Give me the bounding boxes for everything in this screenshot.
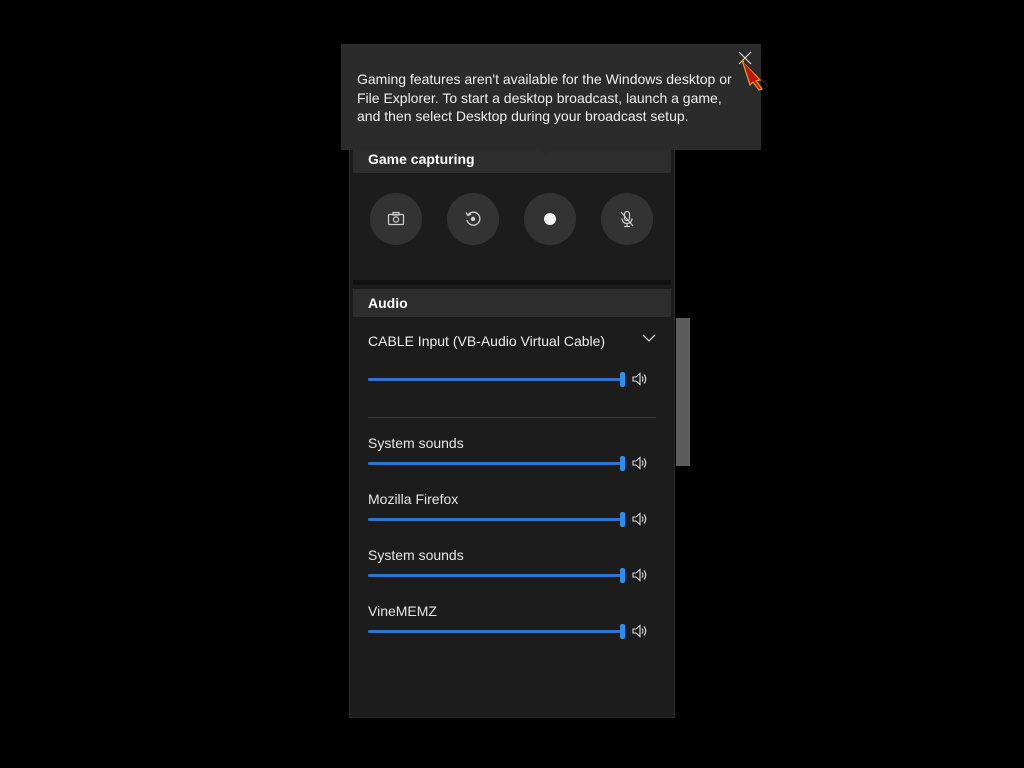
capture-buttons <box>370 193 656 247</box>
mic-toggle-button[interactable] <box>601 193 653 245</box>
speaker-icon[interactable] <box>632 456 648 470</box>
master-volume-track[interactable] <box>368 378 624 381</box>
speaker-icon[interactable] <box>632 512 648 526</box>
audio-scrollbar[interactable] <box>676 318 690 466</box>
volume-thumb[interactable] <box>620 624 625 639</box>
desktop-unavailable-tooltip: Gaming features aren't available for the… <box>341 44 761 150</box>
volume-thumb[interactable] <box>620 456 625 471</box>
record-last-icon <box>465 211 481 226</box>
master-volume-thumb[interactable] <box>620 372 625 387</box>
mixer-item: VineMEMZ <box>368 603 654 647</box>
volume-track[interactable] <box>368 574 624 577</box>
mixer-item-label: System sounds <box>368 435 464 451</box>
volume-track[interactable] <box>368 518 624 521</box>
record-button[interactable] <box>524 193 576 245</box>
mixer-item: System sounds <box>368 435 654 479</box>
camera-icon <box>387 211 405 226</box>
mixer-item: System sounds <box>368 547 654 591</box>
screen: Game capturing Audio CABLE Input (VB-Aud… <box>0 0 1024 768</box>
mixer-item: Mozilla Firefox <box>368 491 654 535</box>
speaker-icon[interactable] <box>632 372 648 386</box>
speaker-icon[interactable] <box>632 624 648 638</box>
chevron-down-icon <box>642 334 656 342</box>
volume-thumb[interactable] <box>620 568 625 583</box>
audio-device-label: CABLE Input (VB-Audio Virtual Cable) <box>368 333 606 349</box>
mixer-item-label: Mozilla Firefox <box>368 491 459 507</box>
section-divider <box>353 280 671 285</box>
tooltip-pointer <box>537 148 553 156</box>
volume-thumb[interactable] <box>620 512 625 527</box>
volume-track[interactable] <box>368 630 624 633</box>
mixer-divider <box>368 417 656 418</box>
mixer-item-label: VineMEMZ <box>368 603 437 619</box>
volume-track[interactable] <box>368 462 624 465</box>
master-volume-row <box>368 367 654 411</box>
audio-header: Audio <box>353 289 671 317</box>
record-dot-icon <box>544 213 556 225</box>
audio-device-select[interactable]: CABLE Input (VB-Audio Virtual Cable) <box>368 323 658 359</box>
mixer-item-label: System sounds <box>368 547 464 563</box>
screenshot-button[interactable] <box>370 193 422 245</box>
record-last-button[interactable] <box>447 193 499 245</box>
tooltip-message: Gaming features aren't available for the… <box>357 71 732 124</box>
game-bar-panel: Game capturing Audio CABLE Input (VB-Aud… <box>349 130 675 718</box>
mic-off-icon <box>620 210 634 228</box>
mouse-cursor-icon <box>741 59 769 91</box>
speaker-icon[interactable] <box>632 568 648 582</box>
